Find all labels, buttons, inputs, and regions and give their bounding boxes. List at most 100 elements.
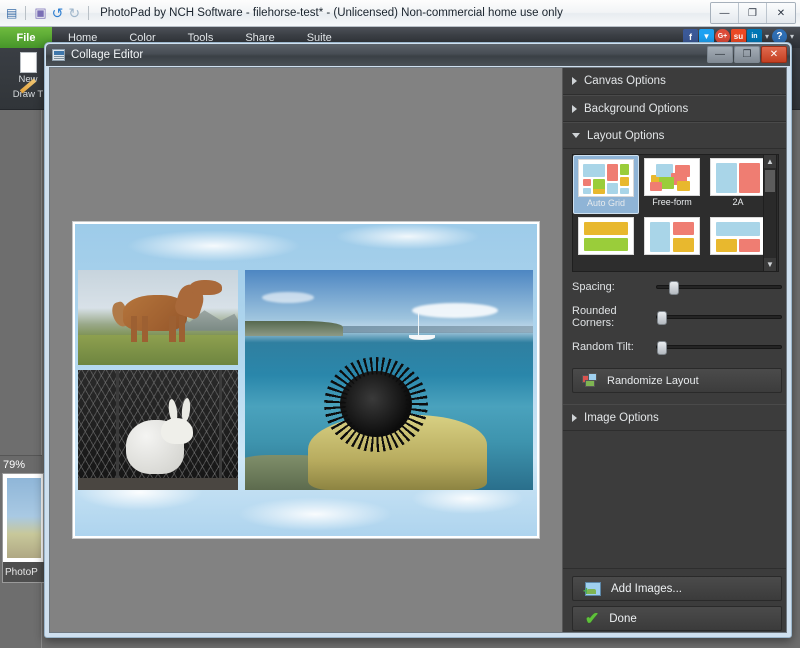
horse-photo[interactable]	[78, 270, 238, 365]
slider-random-tilt-thumb[interactable]	[657, 341, 667, 355]
collage-editor-dialog: Collage Editor — ❐ ✕	[44, 42, 792, 638]
section-image-options-label: Image Options	[584, 412, 659, 424]
collage-editor-icon	[52, 49, 65, 61]
slider-random-tilt-track[interactable]	[656, 345, 782, 349]
main-window-title: PhotoPad by NCH Software - filehorse-tes…	[100, 7, 563, 19]
section-canvas-options[interactable]: Canvas Options	[563, 68, 786, 95]
randomize-layout-button[interactable]: Randomize Layout	[572, 368, 782, 393]
save-icon[interactable]: ▣	[34, 5, 46, 21]
layout-label-2a: 2A	[732, 197, 743, 207]
layout-thumb-two-rows	[578, 217, 634, 255]
qat-divider-2	[88, 6, 89, 20]
add-images-button[interactable]: + Add Images...	[572, 576, 782, 601]
horse-head	[190, 280, 222, 294]
layout-option-two-rows[interactable]	[573, 214, 639, 272]
layout-thumb-auto-grid	[578, 159, 634, 197]
done-button[interactable]: ✔ Done	[572, 606, 782, 631]
collage-background	[75, 224, 537, 536]
chevron-right-icon-canvas	[572, 77, 577, 85]
social-chevron-down-icon[interactable]: ▾	[765, 32, 769, 41]
minimize-button[interactable]: —	[711, 3, 739, 23]
slider-random-tilt-label: Random Tilt:	[572, 341, 656, 353]
horse-leg-4	[179, 316, 185, 343]
dialog-close-button[interactable]: ✕	[761, 46, 787, 63]
qat-divider-1	[25, 6, 26, 20]
add-images-icon: +	[585, 582, 601, 596]
section-background-options-label: Background Options	[584, 103, 688, 115]
sea-photo-cloud-2	[262, 292, 314, 303]
panel-divider	[563, 568, 786, 569]
close-button[interactable]: ✕	[767, 3, 795, 23]
undo-icon[interactable]: ↺	[52, 5, 64, 22]
layout-option-auto-grid[interactable]: Auto Grid	[573, 155, 639, 214]
randomize-layout-label: Randomize Layout	[607, 375, 699, 387]
sea-urchin-photo[interactable]	[245, 270, 533, 490]
redo-icon[interactable]: ↻	[68, 5, 80, 22]
quick-access-toolbar: ▤ ▣ ↺ ↻	[6, 5, 92, 22]
layout-gallery-container: Auto Grid Free-form	[563, 154, 786, 274]
randomize-icon	[582, 373, 599, 388]
rabbit-photo[interactable]	[78, 370, 238, 490]
main-titlebar: ▤ ▣ ↺ ↻ PhotoPad by NCH Software - fileh…	[0, 0, 800, 27]
section-background-options[interactable]: Background Options	[563, 95, 786, 122]
rabbit-head	[161, 418, 193, 444]
done-label: Done	[609, 613, 637, 625]
section-canvas-options-label: Canvas Options	[584, 75, 666, 87]
layout-label-auto-grid: Auto Grid	[587, 198, 625, 208]
slider-spacing-label: Spacing:	[572, 281, 656, 293]
image-thumbnail-preview	[7, 478, 41, 558]
sea-urchin-spikes	[324, 357, 428, 452]
section-layout-options-label: Layout Options	[587, 130, 664, 142]
help-chevron-down-icon[interactable]: ▾	[790, 32, 794, 41]
section-layout-options[interactable]: Layout Options	[563, 122, 786, 149]
horse-leg-3	[169, 316, 175, 343]
horse-photo-grass	[78, 335, 238, 365]
maximize-button[interactable]: ❐	[739, 3, 767, 23]
slider-rounded-corners-track[interactable]	[656, 315, 782, 319]
sailboat-hull	[409, 335, 435, 341]
slider-random-tilt[interactable]: Random Tilt:	[572, 338, 782, 356]
slider-rounded-corners-label: Rounded Corners:	[572, 305, 656, 329]
slider-spacing-track[interactable]	[656, 285, 782, 289]
layout-thumb-2a	[710, 158, 766, 196]
image-thumbnail-card[interactable]: PhotoP	[2, 473, 44, 583]
horse-leg-2	[142, 316, 148, 343]
new-document-icon	[20, 52, 37, 73]
app-menu-icon[interactable]: ▤	[6, 6, 17, 20]
collage-canvas[interactable]	[72, 221, 540, 539]
scroll-up-arrow-icon[interactable]: ▲	[764, 155, 776, 168]
layout-gallery-scrollbar[interactable]: ▲ ▼	[763, 154, 777, 272]
main-window-controls: — ❐ ✕	[710, 2, 796, 24]
dialog-restore-button[interactable]: ❐	[734, 46, 760, 63]
image-thumbnail-label: PhotoP	[3, 562, 45, 582]
scrollbar-thumb[interactable]	[765, 170, 775, 192]
section-image-options[interactable]: Image Options	[563, 404, 786, 431]
dialog-minimize-button[interactable]: —	[707, 46, 733, 63]
layout-gallery[interactable]: Auto Grid Free-form	[572, 154, 779, 272]
zoom-level-badge[interactable]: 79%	[0, 455, 42, 473]
layout-option-left-tall-right-stack[interactable]	[639, 214, 705, 272]
dialog-body: Canvas Options Background Options Layout…	[49, 67, 787, 633]
collage-canvas-area[interactable]	[50, 68, 562, 632]
dialog-title: Collage Editor	[71, 49, 143, 61]
slider-rounded-corners-thumb[interactable]	[657, 311, 667, 325]
left-panel: 79% PhotoP	[0, 110, 47, 648]
chevron-right-icon-image	[572, 414, 577, 422]
horse-leg-1	[131, 316, 137, 343]
slider-rounded-corners[interactable]: Rounded Corners:	[572, 308, 782, 326]
layout-option-free-form[interactable]: Free-form	[639, 155, 705, 214]
sailboat-mast	[418, 312, 420, 336]
dialog-titlebar[interactable]: Collage Editor — ❐ ✕	[46, 44, 790, 66]
layout-option-top-wide-bottom-two[interactable]	[705, 214, 771, 272]
slider-spacing[interactable]: Spacing:	[572, 278, 782, 296]
options-panel: Canvas Options Background Options Layout…	[562, 68, 786, 632]
scroll-down-arrow-icon[interactable]: ▼	[764, 258, 776, 271]
slider-spacing-thumb[interactable]	[669, 281, 679, 295]
chevron-right-icon-background	[572, 105, 577, 113]
layout-thumb-left-tall-right-stack	[644, 217, 700, 255]
layout-option-2a[interactable]: 2A	[705, 155, 771, 214]
chevron-down-icon-layout	[572, 133, 580, 138]
layout-thumb-top-wide-bottom-two	[710, 217, 766, 255]
add-images-label: Add Images...	[611, 583, 682, 595]
layout-label-free-form: Free-form	[652, 197, 692, 207]
